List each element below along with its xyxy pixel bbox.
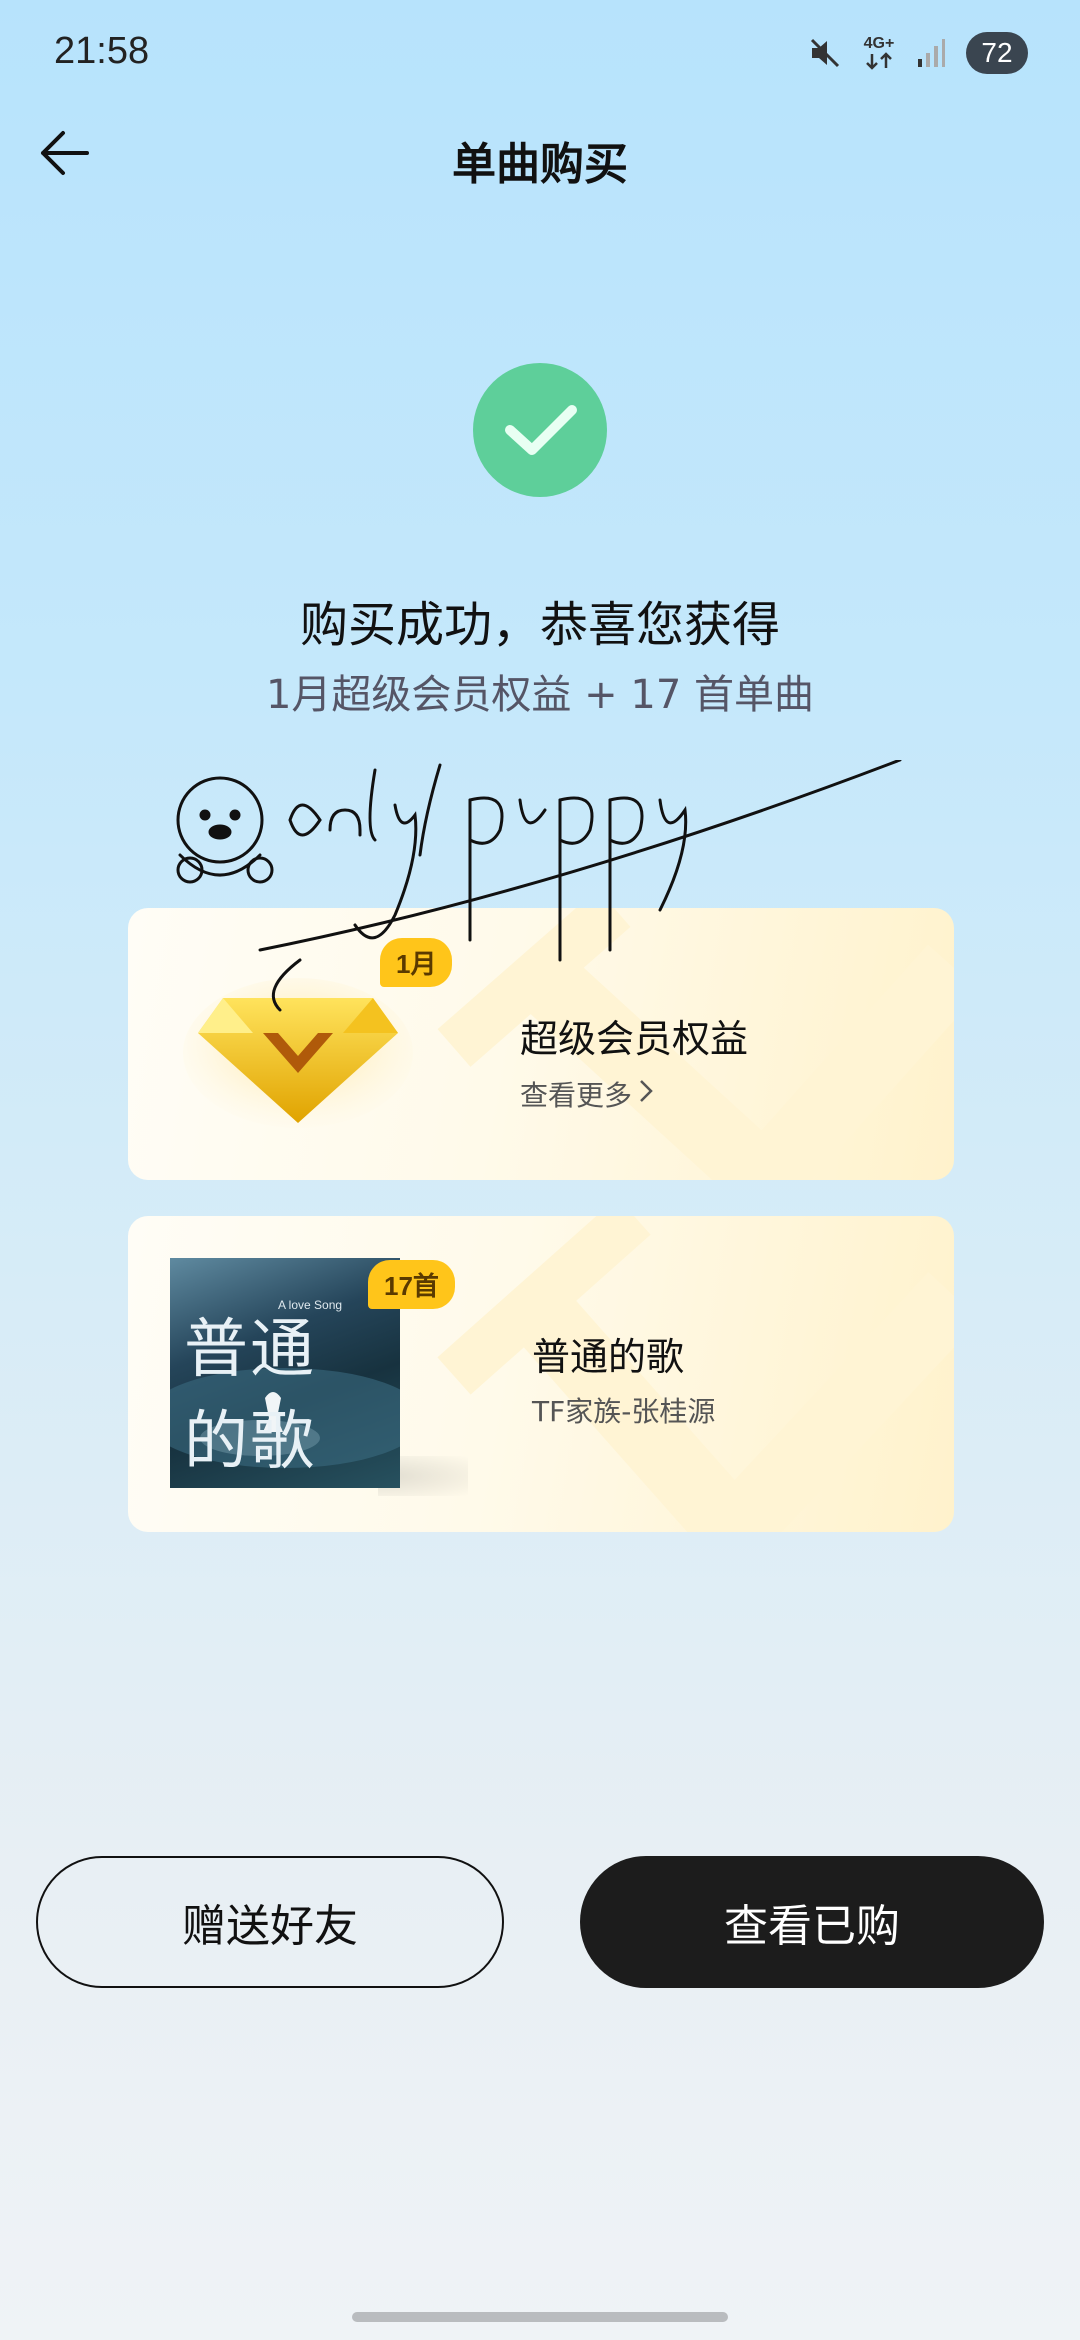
song-artist: TF家族-张桂源 xyxy=(532,1395,716,1428)
song-title: 普通的歌 xyxy=(532,1335,685,1379)
view-more-link[interactable]: 查看更多 xyxy=(520,1074,654,1114)
chevron-right-icon xyxy=(638,1078,654,1111)
gift-friend-button[interactable]: 赠送好友 xyxy=(36,1856,504,1988)
vip-title: 超级会员权益 xyxy=(520,1017,749,1061)
signal-icon xyxy=(916,37,946,69)
battery-icon: 72 xyxy=(966,32,1028,74)
top-bar: 单曲购买 xyxy=(0,110,1080,200)
page-title: 单曲购买 xyxy=(452,139,628,190)
success-subtitle: 1月超级会员权益 + 17 首单曲 xyxy=(265,672,814,718)
cover-subtitle: A love Song xyxy=(278,1298,343,1312)
check-circle-icon xyxy=(473,363,607,497)
mute-icon xyxy=(808,36,842,70)
card-decoration xyxy=(437,1216,954,1532)
network-icon: 4G+ xyxy=(862,36,896,70)
status-time: 21:58 xyxy=(54,30,150,72)
diamond-icon xyxy=(183,978,413,1128)
song-card[interactable]: 普通 的歌 A love Song 17首 普通的歌 TF家族-张桂源 xyxy=(128,1216,954,1532)
status-bar: 21:58 4G+ 72 xyxy=(0,0,1080,110)
view-purchased-button[interactable]: 查看已购 xyxy=(580,1856,1044,1988)
vip-benefit-card[interactable]: 1月 超级会员权益 查看更多 xyxy=(128,908,954,1180)
status-icons: 4G+ 72 xyxy=(808,32,1028,74)
cover-title: 普通 的歌 xyxy=(184,1313,316,1479)
success-title: 购买成功，恭喜您获得 xyxy=(299,597,780,653)
battery-level: 72 xyxy=(981,37,1013,68)
view-more-label: 查看更多 xyxy=(520,1079,633,1112)
home-indicator[interactable] xyxy=(352,2312,728,2322)
song-count-badge: 17首 xyxy=(368,1260,455,1309)
album-cover: 普通 的歌 A love Song xyxy=(170,1258,400,1488)
duration-badge: 1月 xyxy=(380,938,453,987)
